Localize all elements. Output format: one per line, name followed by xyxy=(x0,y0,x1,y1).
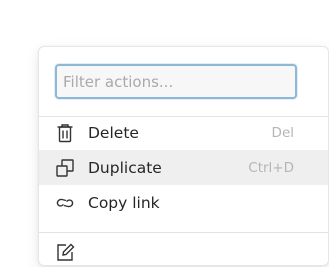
menu-item-copy-link[interactable]: Copy link xyxy=(39,185,328,220)
shortcut-hint: Del xyxy=(271,124,294,141)
filter-actions-input[interactable] xyxy=(57,66,295,97)
filter-field[interactable] xyxy=(55,64,297,99)
menu-item-label: Copy link xyxy=(88,193,160,212)
actions-menu: Delete Del Duplicate Ctrl+D Copy link xyxy=(38,46,329,266)
duplicate-icon xyxy=(54,157,76,179)
trash-icon xyxy=(54,122,76,144)
divider xyxy=(39,232,328,233)
menu-item-label: Duplicate xyxy=(88,158,162,177)
menu-item-duplicate[interactable]: Duplicate Ctrl+D xyxy=(39,150,328,185)
menu-item-label: Delete xyxy=(88,123,139,142)
link-icon xyxy=(54,192,76,214)
shortcut-hint: Ctrl+D xyxy=(248,159,294,176)
menu-item-delete[interactable]: Delete Del xyxy=(39,115,328,150)
edit-icon[interactable] xyxy=(54,241,76,263)
